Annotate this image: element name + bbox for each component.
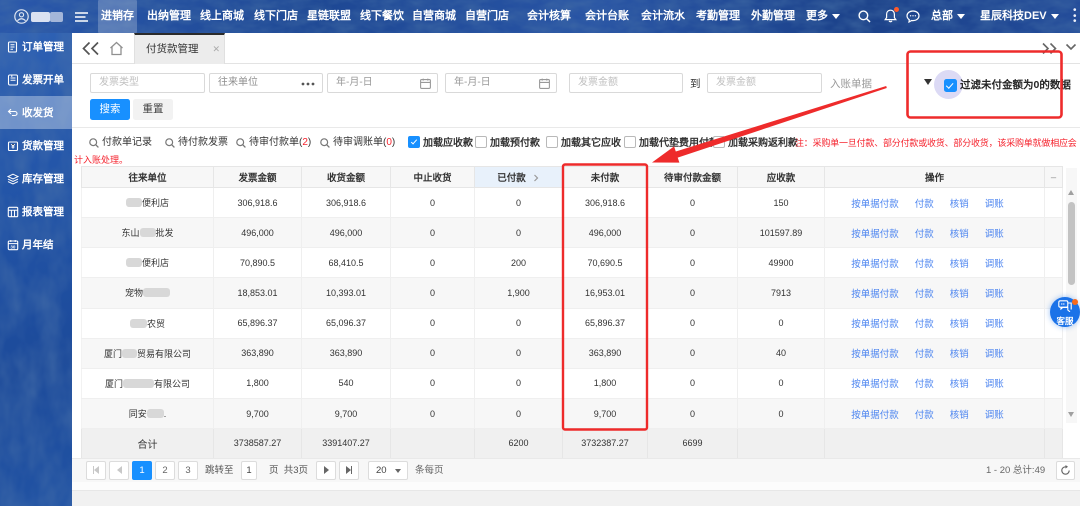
svg-text:30: 30 — [10, 244, 16, 249]
